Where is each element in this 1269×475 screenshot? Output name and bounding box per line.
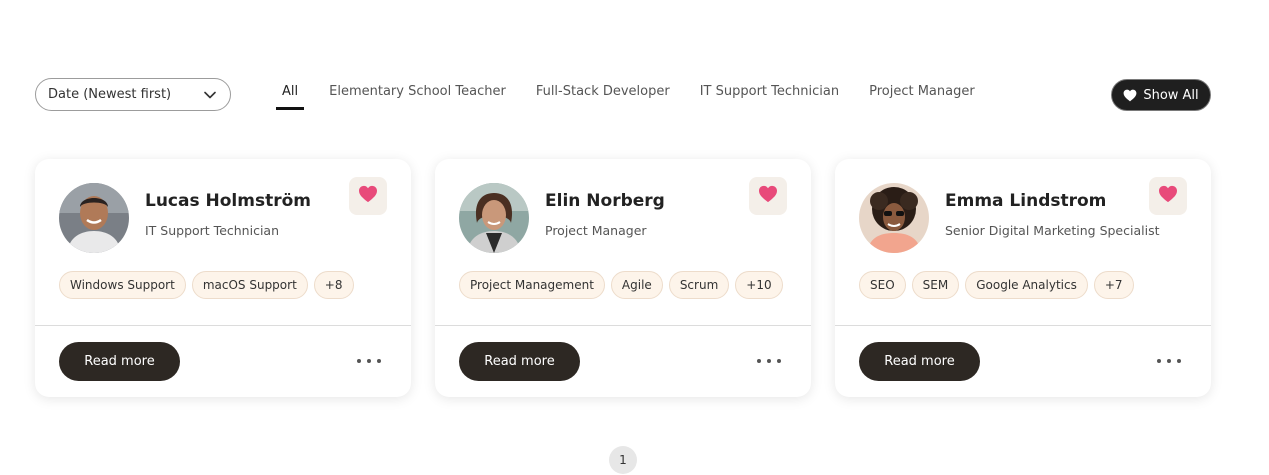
tab-it-support-technician[interactable]: IT Support Technician <box>700 80 839 110</box>
favorite-button[interactable] <box>349 177 387 215</box>
heart-icon <box>1158 185 1178 207</box>
more-horizontal-icon[interactable] <box>757 352 781 370</box>
more-horizontal-icon[interactable] <box>1157 352 1181 370</box>
read-more-button[interactable]: Read more <box>459 342 580 381</box>
profile-role: Senior Digital Marketing Specialist <box>945 223 1160 238</box>
profile-card: Emma Lindstrom Senior Digital Marketing … <box>835 159 1211 397</box>
profile-name: Lucas Holmström <box>145 191 311 211</box>
show-all-button[interactable]: Show All <box>1111 79 1211 111</box>
card-divider <box>435 325 811 326</box>
skill-tags: Project Management Agile Scrum +10 <box>459 271 783 299</box>
profile-role: IT Support Technician <box>145 223 280 238</box>
more-skills-badge[interactable]: +10 <box>735 271 783 299</box>
card-divider <box>835 325 1211 326</box>
heart-icon <box>358 185 378 207</box>
more-skills-badge[interactable]: +7 <box>1093 271 1134 299</box>
profile-name: Elin Norberg <box>545 191 665 211</box>
heart-icon <box>1123 89 1137 102</box>
pagination-page-button[interactable]: 1 <box>609 446 637 474</box>
read-more-button[interactable]: Read more <box>59 342 180 381</box>
heart-icon <box>758 185 778 207</box>
more-skills-badge[interactable]: +8 <box>313 271 354 299</box>
skill-tag: Google Analytics <box>965 271 1088 299</box>
skill-tags: SEO SEM Google Analytics +7 <box>859 271 1134 299</box>
sort-select-value: Date (Newest first) <box>48 87 172 102</box>
sort-select[interactable]: Date (Newest first) <box>35 78 231 111</box>
skill-tag: Agile <box>610 271 663 299</box>
favorite-button[interactable] <box>1149 177 1187 215</box>
filter-toolbar: Date (Newest first) All Elementary Schoo… <box>0 0 1269 140</box>
read-more-button[interactable]: Read more <box>859 342 980 381</box>
skill-tag: Scrum <box>668 271 730 299</box>
skill-tag: macOS Support <box>191 271 308 299</box>
tab-project-manager[interactable]: Project Manager <box>869 80 975 110</box>
profile-card: Lucas Holmström IT Support Technician Wi… <box>35 159 411 397</box>
avatar <box>859 183 929 253</box>
skill-tag: Windows Support <box>59 271 186 299</box>
avatar <box>59 183 129 253</box>
show-all-label: Show All <box>1143 87 1199 103</box>
profile-role: Project Manager <box>545 223 647 238</box>
tab-all[interactable]: All <box>276 80 305 110</box>
category-tabs: All Elementary School Teacher Full-Stack… <box>276 80 1005 110</box>
skill-tag: SEO <box>859 271 906 299</box>
skill-tag: SEM <box>911 271 960 299</box>
card-divider <box>35 325 411 326</box>
profile-card: Elin Norberg Project Manager Project Man… <box>435 159 811 397</box>
skill-tag: Project Management <box>459 271 605 299</box>
profile-name: Emma Lindstrom <box>945 191 1107 211</box>
favorite-button[interactable] <box>749 177 787 215</box>
more-horizontal-icon[interactable] <box>357 352 381 370</box>
skill-tags: Windows Support macOS Support +8 <box>59 271 354 299</box>
tab-full-stack-developer[interactable]: Full-Stack Developer <box>536 80 670 110</box>
avatar <box>459 183 529 253</box>
chevron-down-icon <box>204 89 216 101</box>
tab-elementary-school-teacher[interactable]: Elementary School Teacher <box>329 80 506 110</box>
